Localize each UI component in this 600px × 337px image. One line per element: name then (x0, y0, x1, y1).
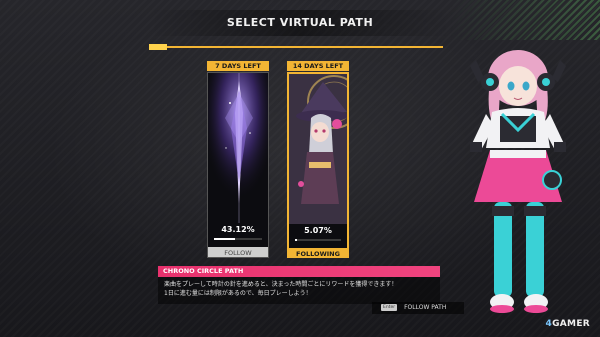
description-line: 楽曲をプレーして時計の針を進めると、決まった時間ごとにリワードを獲得できます！ (164, 281, 398, 288)
days-left-badge: 14 DAYS LEFT (287, 61, 349, 71)
progress-bar (214, 238, 262, 240)
path-art-crystal (208, 73, 268, 223)
progress-fill (295, 239, 298, 241)
enter-key-icon: Enter (381, 304, 398, 311)
path-info-description: 楽曲をプレーして時計の針を進めると、決まった時間ごとにリワードを獲得できます！ … (158, 277, 440, 304)
title-underline (149, 44, 443, 50)
character-illustration (470, 50, 566, 313)
path-info-title: CHRONO CIRCLE PATH (158, 266, 440, 277)
follow-button[interactable]: FOLLOW (208, 247, 268, 257)
follow-percentage: 43.12% (221, 225, 255, 234)
progress-fill (214, 238, 235, 240)
watermark-logo: 4GAMER (545, 319, 590, 329)
page-title: SELECT VIRTUAL PATH (150, 10, 450, 36)
progress-bar (295, 239, 341, 241)
days-left-badge: 7 DAYS LEFT (207, 61, 269, 71)
follow-percentage: 5.07% (304, 226, 332, 235)
description-line: 1日に進む量には制限があるので、毎日プレーしよう！ (164, 290, 312, 297)
path-art-witch (289, 74, 347, 224)
following-button[interactable]: FOLLOWING (289, 248, 347, 256)
